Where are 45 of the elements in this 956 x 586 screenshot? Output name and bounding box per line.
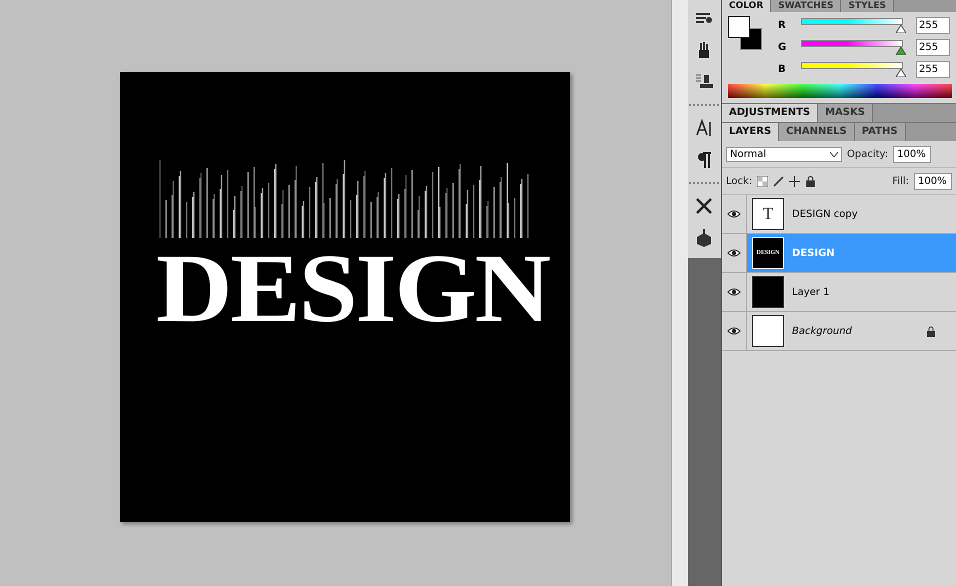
layer-name: Background (792, 326, 853, 336)
channel-label: B (778, 64, 787, 74)
lock-icon[interactable] (805, 176, 816, 186)
panel-tab[interactable]: SWATCHES (771, 0, 842, 12)
color-spectrum[interactable] (728, 84, 952, 98)
panel-tab[interactable]: ADJUSTMENTS (722, 104, 818, 122)
eye-icon[interactable] (727, 248, 742, 258)
lock-label: Lock: (726, 176, 752, 186)
opacity-field[interactable]: 100% (893, 146, 932, 162)
channel-value-field[interactable]: 255 (916, 60, 950, 78)
fill-field[interactable]: 100% (914, 172, 952, 190)
design-text: DESIGN (156, 240, 549, 338)
fill-label: Fill: (892, 176, 910, 186)
eye-icon[interactable] (727, 287, 742, 297)
layer-thumbnail: T (752, 198, 784, 230)
layer-name: Layer 1 (792, 286, 830, 298)
tools-icon[interactable] (694, 196, 714, 216)
blend-mode-dropdown[interactable]: Normal (726, 146, 842, 162)
channel-value-field[interactable]: 255 (916, 38, 950, 56)
layer-name: DESIGN copy (792, 208, 859, 220)
layer-name: DESIGN (792, 248, 836, 258)
layer-thumbnail (752, 276, 784, 308)
eye-icon[interactable] (727, 326, 742, 336)
slider-thumb[interactable] (896, 46, 906, 54)
opacity-label: Opacity: (847, 148, 888, 160)
layer-row[interactable]: Background (722, 312, 956, 351)
panel-tab[interactable]: CHANNELS (779, 123, 855, 141)
panel-tab[interactable]: PATHS (854, 123, 906, 141)
color-swatches[interactable] (728, 16, 762, 50)
layer-thumbnail (752, 315, 784, 347)
channel-label: R (778, 20, 787, 30)
panel-tab[interactable]: STYLES (841, 0, 894, 12)
move-icon[interactable] (789, 176, 800, 186)
panel-tab[interactable]: MASKS (818, 104, 873, 122)
checker-icon[interactable] (757, 176, 768, 186)
layer-row[interactable]: Layer 1 (722, 273, 956, 312)
eye-icon[interactable] (727, 209, 742, 219)
panel-tab[interactable]: LAYERS (722, 123, 780, 141)
channel-value-field[interactable]: 255 (916, 16, 950, 34)
slider-thumb[interactable] (896, 68, 906, 76)
layer-row[interactable]: T DESIGN copy (722, 195, 956, 234)
slider-thumb[interactable] (896, 24, 906, 32)
caret-icon (830, 152, 838, 156)
channel-label: G (778, 42, 788, 52)
panel-tab[interactable]: COLOR (722, 0, 772, 12)
